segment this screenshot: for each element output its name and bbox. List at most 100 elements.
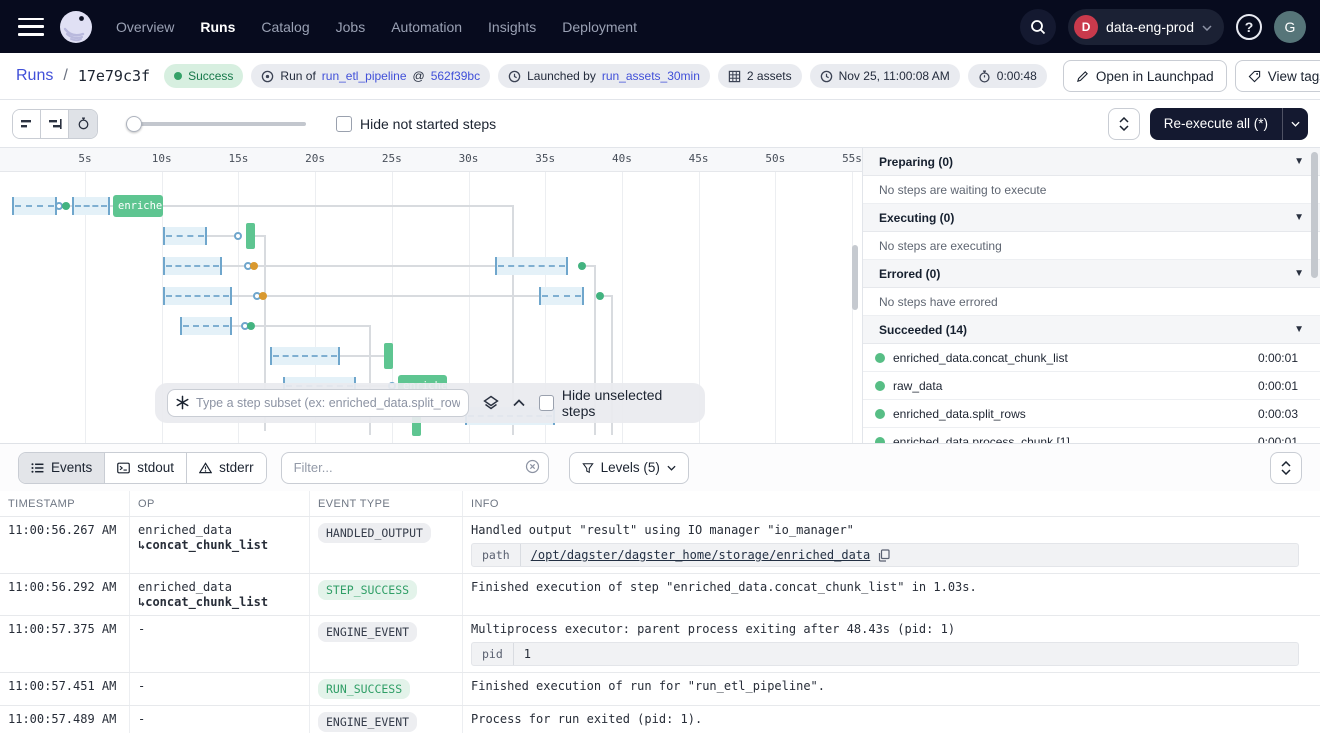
hide-not-started-checkbox[interactable] bbox=[336, 116, 352, 132]
help-button[interactable]: ? bbox=[1236, 14, 1262, 40]
view-mode-waterfall-button[interactable] bbox=[41, 110, 69, 138]
levels-filter-button[interactable]: Levels (5) bbox=[569, 452, 689, 484]
commit-link[interactable]: 562f39bc bbox=[431, 69, 480, 83]
metadata-key: pid bbox=[472, 643, 514, 665]
menu-icon[interactable] bbox=[18, 18, 44, 36]
step-subset-input-wrap bbox=[167, 389, 469, 417]
step-row[interactable]: enriched_data.split_rows 0:00:03 bbox=[863, 400, 1320, 428]
step-row[interactable]: raw_data 0:00:01 bbox=[863, 372, 1320, 400]
gantt-pending-bar[interactable] bbox=[270, 347, 340, 365]
search-button[interactable] bbox=[1020, 9, 1056, 45]
gantt-zoom-slider[interactable] bbox=[126, 116, 306, 132]
event-info-text: Handled output "result" using IO manager… bbox=[471, 523, 1312, 537]
gantt-pending-bar[interactable] bbox=[180, 317, 232, 335]
filter-input[interactable] bbox=[281, 452, 549, 484]
gantt-pending-bar[interactable] bbox=[163, 227, 207, 245]
axis-tick-label: 30s bbox=[459, 152, 479, 165]
reexecute-menu-caret[interactable] bbox=[1282, 108, 1308, 140]
nav-item-insights[interactable]: Insights bbox=[488, 19, 536, 35]
step-row[interactable]: enriched_data.process_chunk [1] 0:00:01 bbox=[863, 428, 1320, 443]
tab-stdout[interactable]: stdout bbox=[105, 453, 187, 483]
nav-item-overview[interactable]: Overview bbox=[116, 19, 174, 35]
gantt-pending-bar[interactable] bbox=[539, 287, 584, 305]
gantt-scrollbar-thumb[interactable] bbox=[852, 245, 858, 310]
reexecute-all-button[interactable]: Re-execute all (*) bbox=[1150, 108, 1308, 140]
collapse-overlay-icon[interactable] bbox=[513, 399, 525, 407]
step-name: enriched_data.concat_chunk_list bbox=[893, 351, 1250, 365]
clear-filter-icon[interactable] bbox=[525, 459, 540, 479]
section-empty-text: No steps are executing bbox=[863, 232, 1320, 260]
event-info-text: Multiprocess executor: parent process ex… bbox=[471, 622, 1312, 636]
hide-unselected-checkbox-row[interactable]: Hide unselected steps bbox=[539, 387, 693, 419]
run-id: 17e79c3f bbox=[78, 67, 150, 85]
nav-item-automation[interactable]: Automation bbox=[391, 19, 462, 35]
gantt-pending-bar[interactable] bbox=[495, 257, 568, 275]
nav-item-jobs[interactable]: Jobs bbox=[336, 19, 366, 35]
tab-stderr[interactable]: stderr bbox=[187, 453, 266, 483]
breadcrumb-runs-link[interactable]: Runs bbox=[16, 67, 53, 85]
panel-scrollbar-thumb[interactable] bbox=[1311, 152, 1318, 278]
metadata-path-link[interactable]: /opt/dagster/dagster_home/storage/enrich… bbox=[531, 548, 871, 562]
event-info-text: Finished execution of step "enriched_dat… bbox=[471, 580, 1312, 594]
section-preparing[interactable]: Preparing (0) ▼ bbox=[863, 148, 1320, 176]
section-title: Succeeded (14) bbox=[879, 323, 967, 337]
scroll-jump-button[interactable] bbox=[1270, 452, 1302, 484]
section-executing[interactable]: Executing (0) ▼ bbox=[863, 204, 1320, 232]
op-child: ↳concat_chunk_list bbox=[138, 538, 301, 552]
assets-tag[interactable]: 2 assets bbox=[718, 64, 802, 88]
step-subset-input[interactable] bbox=[167, 389, 469, 417]
op-child: ↳concat_chunk_list bbox=[138, 595, 301, 609]
dagster-run-page: Overview Runs Catalog Jobs Automation In… bbox=[0, 0, 1320, 733]
filter-input-wrap bbox=[281, 452, 549, 484]
event-type-badge: RUN_SUCCESS bbox=[318, 679, 410, 699]
section-errored[interactable]: Errored (0) ▼ bbox=[863, 260, 1320, 288]
event-op: - bbox=[130, 616, 310, 672]
slider-knob[interactable] bbox=[126, 116, 142, 132]
hide-not-started-checkbox-row[interactable]: Hide not started steps bbox=[336, 116, 496, 132]
hide-unselected-checkbox[interactable] bbox=[539, 395, 554, 411]
nav-item-runs[interactable]: Runs bbox=[200, 19, 235, 35]
gantt-step-bar[interactable] bbox=[384, 343, 393, 369]
axis-tick-label: 5s bbox=[78, 152, 91, 165]
step-duration: 0:00:01 bbox=[1258, 351, 1298, 365]
event-log-row[interactable]: 11:00:56.267 AM enriched_data ↳concat_ch… bbox=[0, 517, 1320, 574]
layers-icon[interactable] bbox=[483, 395, 499, 411]
axis-tick-label: 40s bbox=[612, 152, 632, 165]
chevron-down-icon: ▼ bbox=[1294, 156, 1304, 167]
expand-collapse-panels-button[interactable] bbox=[1108, 108, 1140, 140]
chevron-down-icon: ▼ bbox=[1294, 324, 1304, 335]
schedule-link[interactable]: run_assets_30min bbox=[602, 69, 700, 83]
event-op: enriched_data ↳concat_chunk_list bbox=[130, 517, 310, 573]
tab-events-label: Events bbox=[51, 460, 92, 475]
op-selector-icon bbox=[175, 395, 190, 415]
step-row[interactable]: enriched_data.concat_chunk_list 0:00:01 bbox=[863, 344, 1320, 372]
gantt-pending-bar[interactable] bbox=[163, 287, 232, 305]
view-mode-flat-button[interactable] bbox=[13, 110, 41, 138]
view-mode-timed-button[interactable] bbox=[69, 110, 97, 138]
gantt-pending-bar[interactable] bbox=[12, 197, 57, 215]
gantt-step-bar[interactable]: enriche. bbox=[113, 195, 163, 217]
gantt-pending-bar[interactable] bbox=[163, 257, 222, 275]
gantt-connector-line bbox=[222, 265, 495, 267]
tab-events[interactable]: Events bbox=[19, 453, 105, 483]
workspace-switcher[interactable]: D data-eng-prod bbox=[1068, 9, 1224, 45]
user-avatar[interactable]: G bbox=[1274, 11, 1306, 43]
event-log-row[interactable]: 11:00:56.292 AM enriched_data ↳concat_ch… bbox=[0, 574, 1320, 616]
dagster-logo[interactable] bbox=[58, 9, 94, 45]
open-in-launchpad-button[interactable]: Open in Launchpad bbox=[1063, 60, 1227, 92]
view-tags-config-button[interactable]: View tags and config bbox=[1235, 60, 1320, 92]
event-log-row[interactable]: 11:00:57.451 AM - RUN_SUCCESS Finished e… bbox=[0, 673, 1320, 706]
event-log-row[interactable]: 11:00:57.375 AM - ENGINE_EVENT Multiproc… bbox=[0, 616, 1320, 673]
col-timestamp: TIMESTAMP bbox=[0, 491, 130, 516]
axis-tick-label: 50s bbox=[765, 152, 785, 165]
copy-icon[interactable] bbox=[878, 549, 890, 562]
gantt-step-bar[interactable] bbox=[246, 223, 255, 249]
nav-item-deployment[interactable]: Deployment bbox=[562, 19, 637, 35]
tab-stderr-label: stderr bbox=[219, 460, 254, 475]
success-dot-icon bbox=[875, 381, 885, 391]
nav-item-catalog[interactable]: Catalog bbox=[261, 19, 309, 35]
section-succeeded[interactable]: Succeeded (14) ▼ bbox=[863, 316, 1320, 344]
event-log-row[interactable]: 11:00:57.489 AM - ENGINE_EVENT Process f… bbox=[0, 706, 1320, 733]
job-link[interactable]: run_etl_pipeline bbox=[322, 69, 407, 83]
gantt-pending-bar[interactable] bbox=[72, 197, 110, 215]
